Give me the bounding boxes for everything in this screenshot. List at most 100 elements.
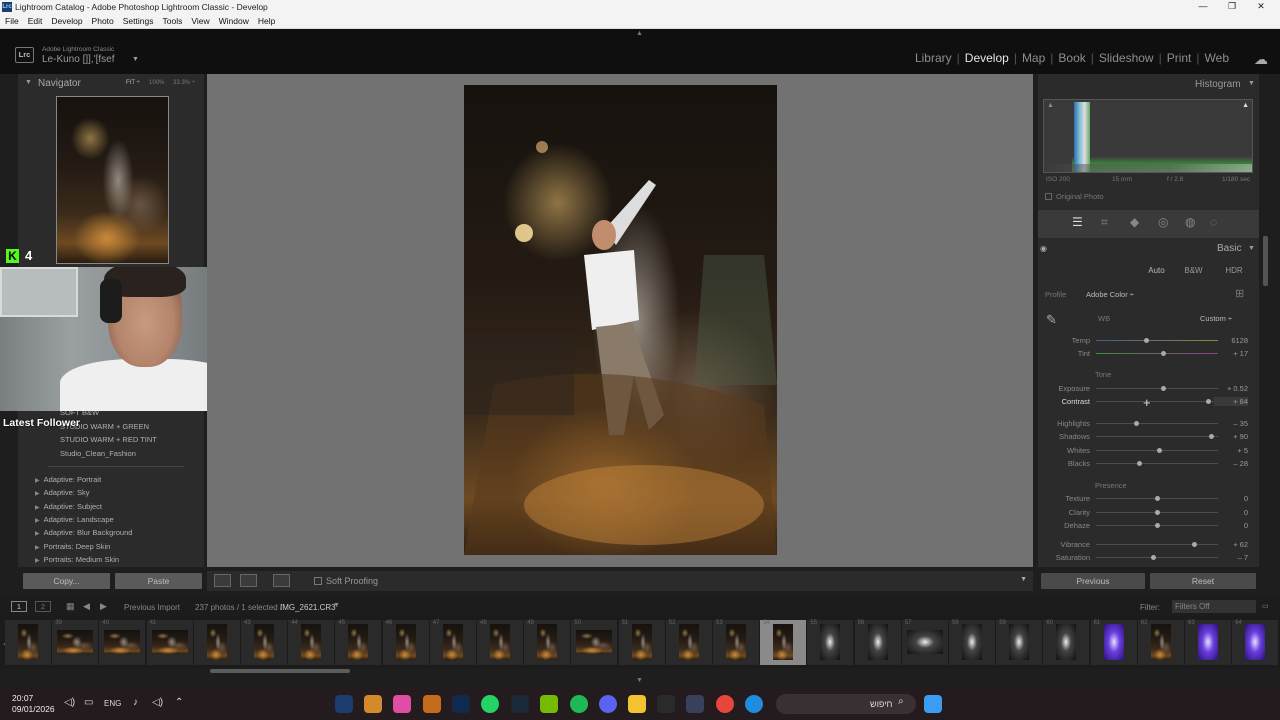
slider-handle[interactable] <box>1143 338 1149 343</box>
main-window-button[interactable]: 1 <box>11 601 27 612</box>
slider-handle[interactable] <box>1156 448 1162 453</box>
zoom-100[interactable]: 100% <box>149 80 164 86</box>
menu-file[interactable]: File <box>5 16 19 26</box>
taskbar-search[interactable]: חיפוש <box>776 694 916 714</box>
slider-value[interactable]: + 90 <box>1214 432 1248 441</box>
catalog-name[interactable]: Le-Kuno []],'[fsef <box>42 54 115 65</box>
filter-lock-icon[interactable]: ▭ <box>1262 602 1269 610</box>
module-library[interactable]: Library <box>912 51 955 65</box>
menu-photo[interactable]: Photo <box>92 16 114 26</box>
slider-track[interactable] <box>1096 544 1218 545</box>
forward-arrow-icon[interactable]: ▶ <box>100 601 107 612</box>
filmstrip-thumbnail[interactable]: 58 <box>949 620 995 665</box>
file-explorer-taskbar-icon[interactable] <box>628 695 646 713</box>
preset-group[interactable]: ▶ Adaptive: Blur Background <box>35 528 132 537</box>
zoom-custom[interactable]: 33.3% ÷ <box>173 80 195 86</box>
menu-tools[interactable]: Tools <box>162 16 182 26</box>
slider-track[interactable] <box>1096 388 1218 389</box>
filmstrip-thumbnail[interactable]: 39 <box>52 620 99 665</box>
menu-window[interactable]: Window <box>219 16 249 26</box>
filmstrip-thumbnail[interactable]: 63 <box>1185 620 1231 665</box>
slider-value[interactable]: + 5 <box>1214 446 1248 455</box>
filmstrip-thumbnail[interactable] <box>5 620 51 665</box>
filmstrip-thumbnail[interactable]: 49 <box>524 620 571 665</box>
slider-track[interactable] <box>1096 401 1218 402</box>
steam-taskbar-icon[interactable] <box>511 695 529 713</box>
selected-filename[interactable]: IMG_2621.CR3 <box>280 603 336 612</box>
filmstrip-thumbnail[interactable]: 55 <box>807 620 854 665</box>
nvidia-taskbar-icon[interactable] <box>540 695 558 713</box>
identity-plate-dropdown-icon[interactable]: ▼ <box>132 56 139 63</box>
filmstrip-thumbnail[interactable]: 48 <box>477 620 523 665</box>
zoom-fit[interactable]: FIT ÷ <box>126 80 140 86</box>
slider-value[interactable]: – 28 <box>1214 459 1248 468</box>
module-develop[interactable]: Develop <box>962 51 1012 65</box>
speaker-icon[interactable]: ◁) <box>64 697 75 708</box>
filmstrip-scrollbar[interactable] <box>210 669 350 673</box>
slider-value[interactable]: + 17 <box>1214 349 1248 358</box>
volume-icon[interactable]: ◁) <box>152 697 163 708</box>
whatsapp-taskbar-icon[interactable] <box>481 695 499 713</box>
wb-dropdown[interactable]: Custom ÷ <box>1200 314 1232 323</box>
grid-view-icon[interactable]: ▦ <box>66 601 75 612</box>
module-map[interactable]: Map <box>1019 51 1048 65</box>
hdr-button[interactable]: HDR <box>1220 264 1248 277</box>
slider-value[interactable]: – 35 <box>1214 419 1248 428</box>
microphone-icon[interactable]: ♪ <box>133 697 138 708</box>
tray-chevron-icon[interactable]: ⌃ <box>175 697 183 708</box>
menu-help[interactable]: Help <box>258 16 275 26</box>
slider-handle[interactable] <box>1133 421 1139 426</box>
filmstrip-thumbnail[interactable]: 62 <box>1137 620 1184 665</box>
filmstrip-thumbnail[interactable]: 41 <box>146 620 193 665</box>
preset-group[interactable]: ▶ Adaptive: Portrait <box>35 475 101 484</box>
highlight-clipping-icon[interactable]: ▲ <box>1242 102 1249 109</box>
healing-icon[interactable]: ◆ <box>1130 215 1139 229</box>
module-web[interactable]: Web <box>1202 51 1232 65</box>
module-book[interactable]: Book <box>1055 51 1088 65</box>
slider-handle[interactable] <box>1154 510 1160 515</box>
wb-eyedropper-icon[interactable]: ✎ <box>1046 312 1057 328</box>
filmstrip-thumbnail[interactable]: 43 <box>241 620 287 665</box>
masking-icon[interactable]: ◍ <box>1185 215 1195 229</box>
slider-value[interactable]: – 7 <box>1214 553 1248 562</box>
chrome-taskbar-icon[interactable] <box>716 695 734 713</box>
filmstrip-thumbnail[interactable]: 64 <box>1232 620 1279 665</box>
presets-icon[interactable]: ◌ <box>1210 215 1217 229</box>
lightroom-taskbar-icon[interactable] <box>335 695 353 713</box>
menu-develop[interactable]: Develop <box>51 16 82 26</box>
red-eye-icon[interactable]: ◎ <box>1158 215 1168 229</box>
filmstrip-thumbnail[interactable]: 50 <box>571 620 618 665</box>
network-icon[interactable]: ▭ <box>84 697 93 708</box>
filmstrip-thumbnail[interactable]: 40 <box>99 620 146 665</box>
preset-group[interactable]: ▶ Adaptive: Sky <box>35 488 89 497</box>
slider-track[interactable] <box>1096 423 1218 424</box>
preset-group[interactable]: ▶ Portraits: Medium Skin <box>35 555 119 564</box>
filmstrip-thumbnail[interactable]: 57 <box>901 620 948 665</box>
navigator-header[interactable]: ▼ Navigator FIT ÷ 100% 33.3% ÷ <box>18 74 204 94</box>
filename-dropdown-icon[interactable]: ▼ <box>333 602 340 609</box>
before-after-view-icon[interactable] <box>240 574 257 587</box>
filmstrip-thumbnail[interactable]: 45 <box>335 620 382 665</box>
filmstrip-thumbnail[interactable]: 54 <box>760 620 807 665</box>
edit-sliders-icon[interactable]: ☰ <box>1072 215 1083 229</box>
filmstrip-thumbnail[interactable]: 44 <box>288 620 335 665</box>
crop-icon[interactable]: ⌗ <box>1101 215 1108 230</box>
preset-group[interactable]: ▶ Adaptive: Subject <box>35 502 102 511</box>
edge-taskbar-icon[interactable] <box>745 695 763 713</box>
histogram-graph[interactable]: ▲ ▲ <box>1043 99 1253 173</box>
slider-value[interactable]: + 0.52 <box>1214 384 1248 393</box>
filmstrip-thumbnail[interactable]: 56 <box>854 620 901 665</box>
main-photo[interactable] <box>464 85 777 555</box>
paste-button[interactable]: Paste <box>115 573 202 589</box>
right-panel-scrollbar[interactable] <box>1263 236 1268 286</box>
store-taskbar-icon[interactable] <box>686 695 704 713</box>
panel-visibility-eye-icon[interactable]: ◉ <box>1040 244 1047 253</box>
preset-item[interactable]: STUDIO WARM + RED TINT <box>60 435 157 444</box>
slider-value[interactable]: 0 <box>1214 521 1248 530</box>
app-taskbar-icon[interactable] <box>364 695 382 713</box>
toolbar-options-dropdown-icon[interactable]: ▼ <box>1020 576 1027 583</box>
slider-handle[interactable] <box>1160 351 1166 356</box>
epic-games-taskbar-icon[interactable] <box>657 695 675 713</box>
cloud-icon[interactable]: ☁ <box>1254 51 1268 68</box>
profile-dropdown[interactable]: Adobe Color ÷ <box>1086 290 1134 299</box>
